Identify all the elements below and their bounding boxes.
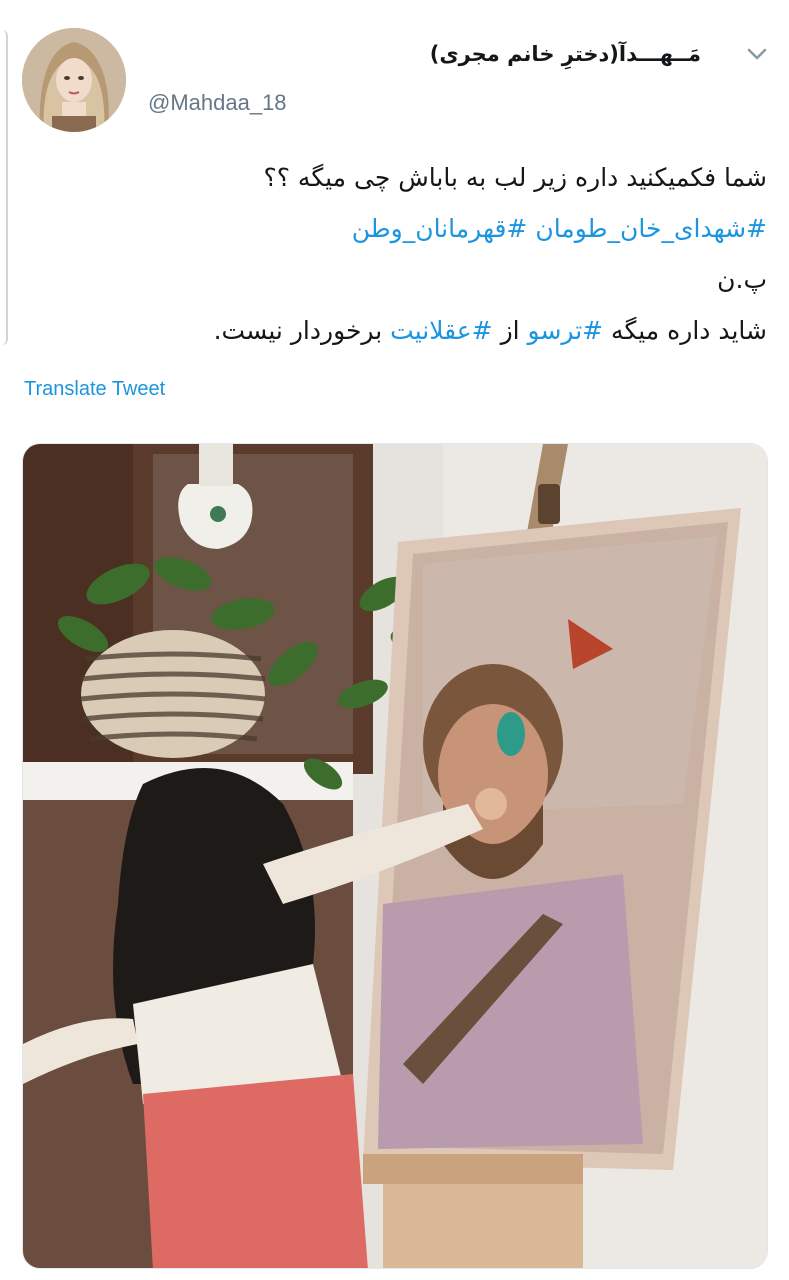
tweet-text-fragment: برخوردار نیست. <box>213 316 391 345</box>
hashtag-link[interactable]: #عقلانیت <box>390 316 492 345</box>
tweet-line-1: شما فکمیکنید داره زیر لب به باباش چی میگ… <box>263 163 767 192</box>
previous-tweet-edge <box>0 30 8 345</box>
tweet-text-fragment: شاید داره میگه <box>603 316 767 345</box>
chevron-down-icon[interactable] <box>742 42 772 66</box>
display-name[interactable]: مَــهـــدآ(دخترِ خانم مجری) <box>430 42 701 66</box>
hashtag-link[interactable]: #شهدای_خان_طومان <box>535 214 767 243</box>
user-handle[interactable]: @Mahdaa_18 <box>148 90 287 116</box>
photo-girl-combing-portrait <box>23 444 767 1268</box>
translate-tweet-link[interactable]: Translate Tweet <box>24 378 165 401</box>
tweet-media-photo[interactable] <box>22 443 768 1269</box>
tweet-line-4: شاید داره میگه #ترسو از #عقلانیت برخوردا… <box>22 305 767 356</box>
avatar[interactable] <box>22 28 126 132</box>
tweet-text-fragment: از <box>492 316 528 345</box>
hashtag-link[interactable]: #قهرمانان_وطن <box>352 214 528 243</box>
tweet-text: شما فکمیکنید داره زیر لب به باباش چی میگ… <box>22 152 767 356</box>
tweet-hashtag-line: #شهدای_خان_طومان #قهرمانان_وطن <box>22 203 767 254</box>
avatar-image <box>22 28 126 132</box>
hashtag-link[interactable]: #ترسو <box>528 316 604 345</box>
tweet-line-3: پ.ن <box>717 265 767 294</box>
